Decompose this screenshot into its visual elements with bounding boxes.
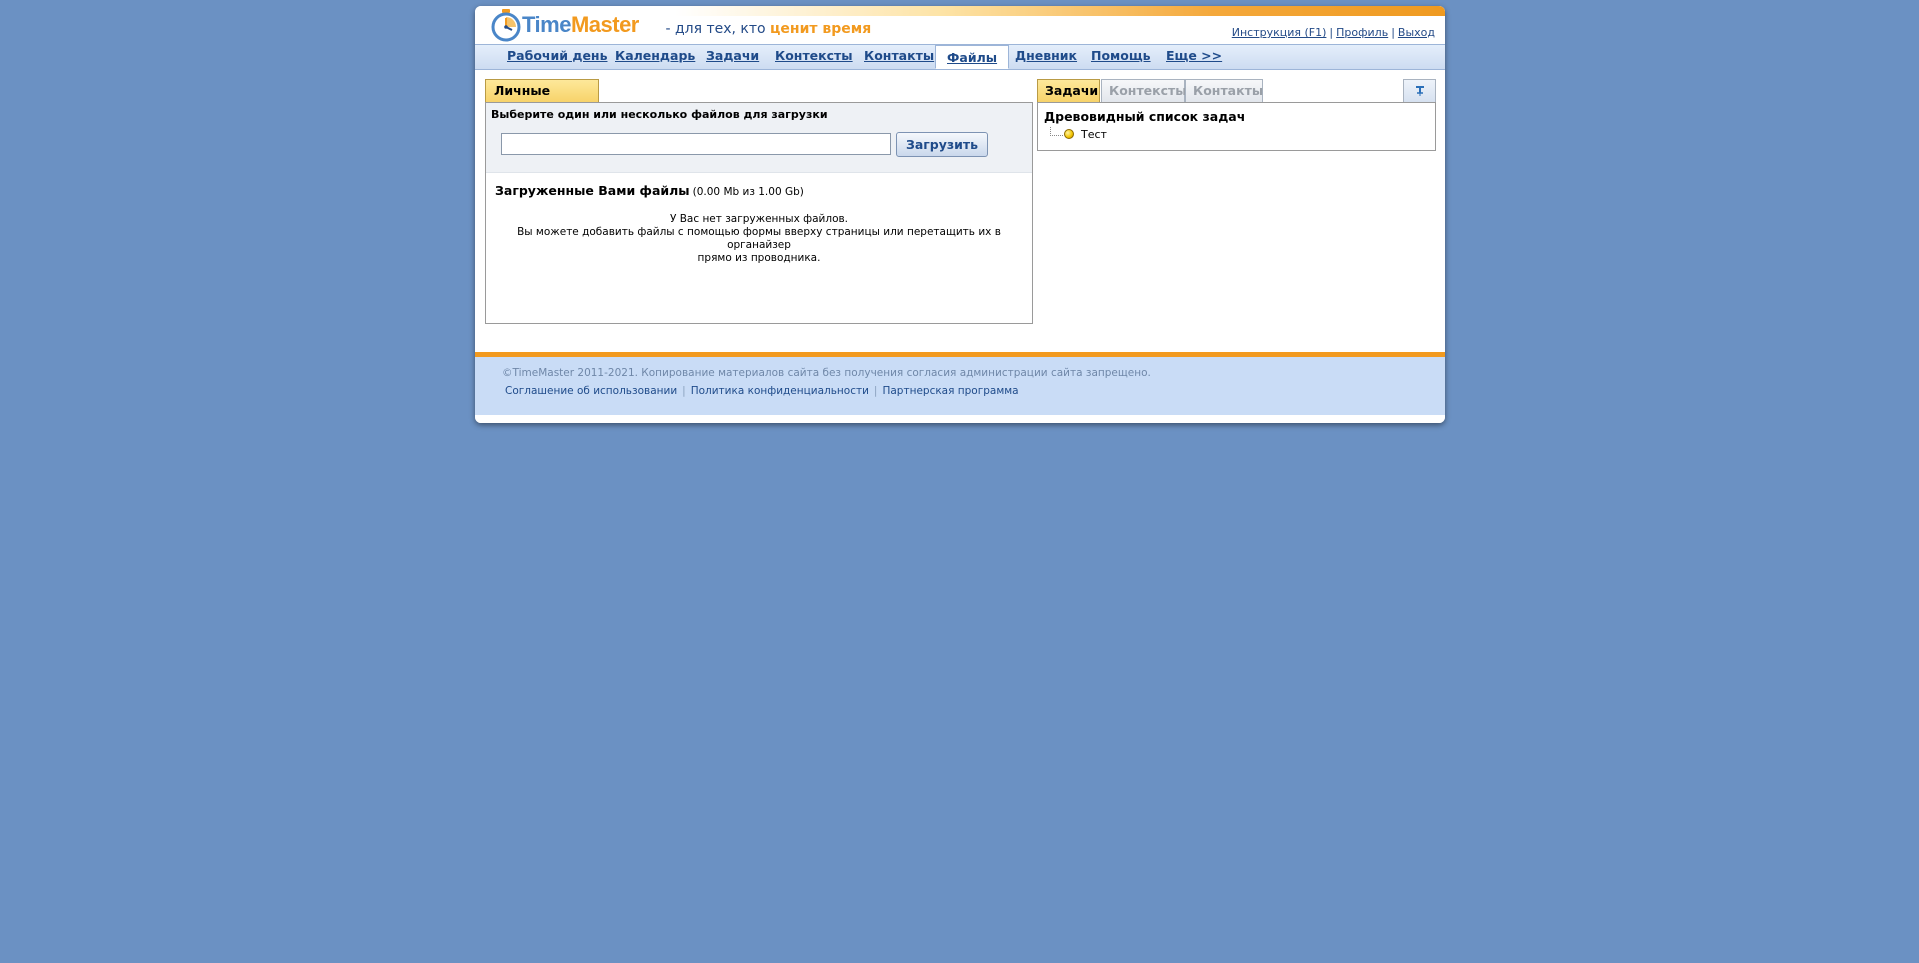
empty-files-message: У Вас нет загруженных файлов. Вы можете …: [486, 213, 1032, 265]
footer-link-separator: |: [873, 385, 878, 397]
uploaded-files-heading: Загруженные Вами файлы: [495, 183, 690, 198]
empty-message-line: прямо из проводника.: [697, 252, 821, 264]
top-links: Инструкция (F1) | Профиль | Выход: [1232, 26, 1435, 39]
logo-master: Master: [570, 12, 639, 37]
tab-contacts[interactable]: Контакты: [1185, 79, 1263, 102]
empty-message-line: У Вас нет загруженных файлов.: [669, 213, 849, 225]
nav-item-calendar[interactable]: Календарь: [615, 47, 695, 67]
profile-link[interactable]: Профиль: [1336, 26, 1388, 39]
partner-program-link[interactable]: Партнерская программа: [882, 385, 1018, 397]
logo-text: TimeMaster: [522, 12, 639, 38]
link-separator: |: [1391, 26, 1395, 39]
footer-link-separator: |: [682, 385, 686, 397]
tagline-accent: ценит время: [770, 21, 872, 37]
uploaded-files-title: Загруженные Вами файлы (0.00 Mb из 1.00 G…: [495, 183, 804, 198]
link-separator: |: [1329, 26, 1334, 39]
logo-time: Time: [522, 12, 571, 37]
footer-links: Соглашение об использовании | Политика кон…: [505, 385, 1019, 397]
page-container: TimeMaster - для тех, кто ценит время Ин…: [475, 6, 1445, 423]
clock-icon: [491, 9, 521, 42]
nav-item-workday[interactable]: Рабочий день: [507, 47, 607, 67]
upload-heading: Выберите один или несколько файлов для з…: [491, 108, 828, 121]
nav-item-files[interactable]: Файлы: [935, 45, 1010, 69]
main-nav: Рабочий день Календарь Задачи Контексты …: [475, 44, 1445, 70]
bottom-pad: [475, 415, 1445, 423]
nav-item-diary[interactable]: Дневник: [1015, 47, 1077, 67]
tagline-prefix: - для тех, кто: [661, 21, 771, 37]
pin-button[interactable]: [1403, 79, 1436, 102]
header-stripe: [675, 6, 1445, 16]
task-tree-item[interactable]: Тест: [1050, 126, 1107, 141]
privacy-link[interactable]: Политика конфиденциальности: [691, 385, 869, 397]
tree-connector: [1050, 126, 1063, 136]
nav-item-more[interactable]: Еще >>: [1166, 47, 1222, 67]
files-panel: Выберите один или несколько файлов для з…: [485, 102, 1033, 324]
main-content: Личные файлы Выберите один или несколько…: [475, 70, 1445, 352]
storage-quota: (0.00 Mb из 1.00 Gb): [692, 186, 804, 198]
empty-message-line: Вы можете добавить файлы с помощью формы…: [517, 226, 1001, 251]
nav-item-tasks[interactable]: Задачи: [706, 47, 759, 67]
upload-form: Выберите один или несколько файлов для з…: [486, 103, 1032, 173]
help-link[interactable]: Инструкция (F1): [1232, 26, 1327, 39]
terms-link[interactable]: Соглашение об использовании: [505, 385, 677, 397]
nav-item-help[interactable]: Помощь: [1091, 47, 1151, 67]
task-label: Тест: [1081, 127, 1107, 141]
tab-contexts[interactable]: Контексты: [1101, 79, 1187, 102]
copyright-text: ©TimeMaster 2011-2021. Копирование матер…: [502, 367, 1151, 379]
task-status-icon: [1064, 129, 1074, 139]
file-input[interactable]: [501, 133, 891, 155]
nav-item-contexts[interactable]: Контексты: [775, 47, 853, 67]
tagline: - для тех, кто ценит время: [661, 21, 871, 37]
nav-item-contacts[interactable]: Контакты: [864, 47, 934, 67]
task-tree-title: Древовидный список задач: [1044, 109, 1246, 124]
pin-icon: [1415, 86, 1424, 96]
header: TimeMaster - для тех, кто ценит время Ин…: [475, 6, 1445, 44]
upload-button[interactable]: Загрузить: [896, 132, 988, 157]
task-tree-panel: Древовидный список задач Тест: [1037, 102, 1436, 151]
footer: ©TimeMaster 2011-2021. Копирование матер…: [475, 357, 1445, 415]
tab-tasks[interactable]: Задачи: [1037, 79, 1100, 102]
logo[interactable]: TimeMaster: [491, 8, 639, 42]
logout-link[interactable]: Выход: [1398, 26, 1435, 39]
tab-personal-files[interactable]: Личные файлы: [485, 79, 599, 120]
